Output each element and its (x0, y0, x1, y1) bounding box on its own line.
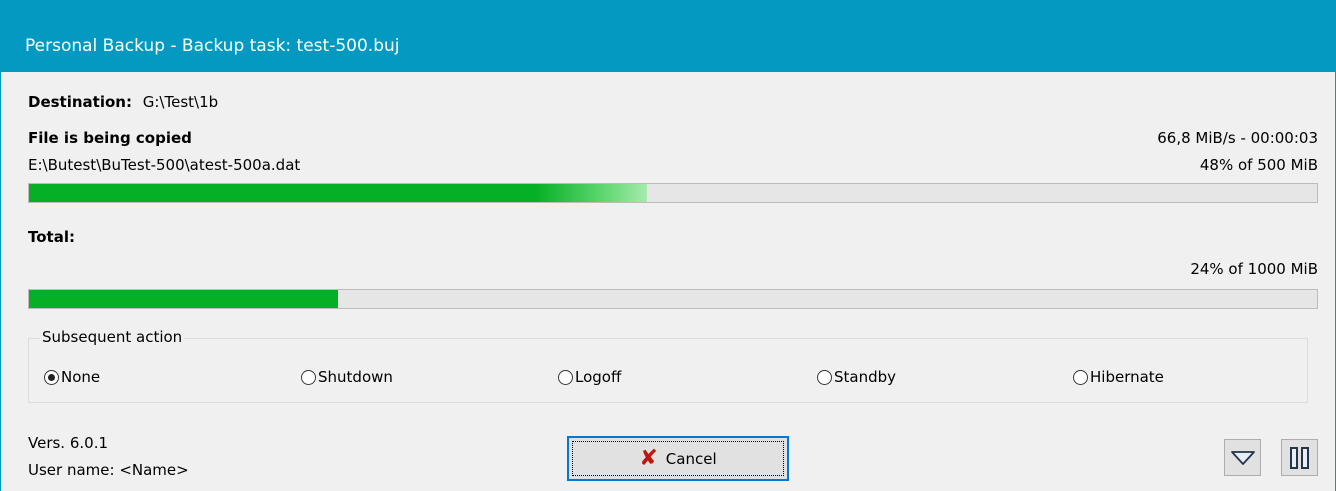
subsequent-action-label: Subsequent action (40, 326, 185, 348)
pause-button[interactable] (1281, 439, 1318, 476)
backup-window: Personal Backup - Backup task: test-500.… (0, 0, 1336, 491)
cancel-button[interactable]: ✘ Cancel (567, 436, 789, 481)
radio-circle-hibernate[interactable] (1073, 369, 1088, 385)
radio-circle-none[interactable] (44, 369, 59, 385)
destination-row: Destination: G:\Test\1b (28, 92, 218, 112)
triangle-down-icon (1230, 450, 1255, 465)
radio-standby[interactable]: Standby (817, 366, 896, 388)
expand-button[interactable] (1224, 439, 1261, 476)
file-status: File is being copied (28, 129, 192, 147)
radio-hibernate[interactable]: Hibernate (1073, 366, 1164, 388)
total-progress-text: 24% of 1000 MiB (1190, 260, 1318, 278)
file-progress-fill (29, 184, 648, 202)
radio-circle-shutdown[interactable] (301, 369, 316, 385)
file-progress-text: 48% of 500 MiB (1199, 156, 1318, 174)
radio-shutdown[interactable]: Shutdown (301, 366, 393, 388)
radio-label-shutdown: Shutdown (318, 368, 393, 386)
total-label: Total: (28, 228, 75, 246)
file-path: E:\Butest\BuTest-500\atest-500a.dat (28, 156, 301, 174)
radio-label-logoff: Logoff (575, 368, 622, 386)
window-title: Personal Backup - Backup task: test-500.… (25, 36, 400, 56)
radio-circle-logoff[interactable] (558, 369, 573, 385)
window-border-left (0, 72, 1, 491)
focus-rectangle (572, 441, 784, 476)
total-progress-bar (28, 289, 1318, 309)
radio-logoff[interactable]: Logoff (558, 366, 621, 388)
version-text: Vers. 6.0.1 (28, 434, 109, 452)
file-speed-time: 66,8 MiB/s - 00:00:03 (1157, 129, 1318, 147)
destination-label: Destination: (28, 93, 132, 111)
radio-circle-standby[interactable] (817, 369, 832, 385)
user-name-text: User name: <Name> (28, 461, 189, 479)
radio-none[interactable]: None (44, 366, 100, 388)
title-bar[interactable]: Personal Backup - Backup task: test-500.… (0, 0, 1336, 72)
radio-label-none: None (61, 368, 101, 386)
radio-label-standby: Standby (834, 368, 897, 386)
destination-value: G:\Test\1b (142, 93, 219, 111)
radio-label-hibernate: Hibernate (1090, 368, 1164, 386)
pause-icon (1289, 446, 1309, 469)
file-progress-bar (28, 183, 1318, 203)
total-progress-fill (29, 290, 339, 308)
